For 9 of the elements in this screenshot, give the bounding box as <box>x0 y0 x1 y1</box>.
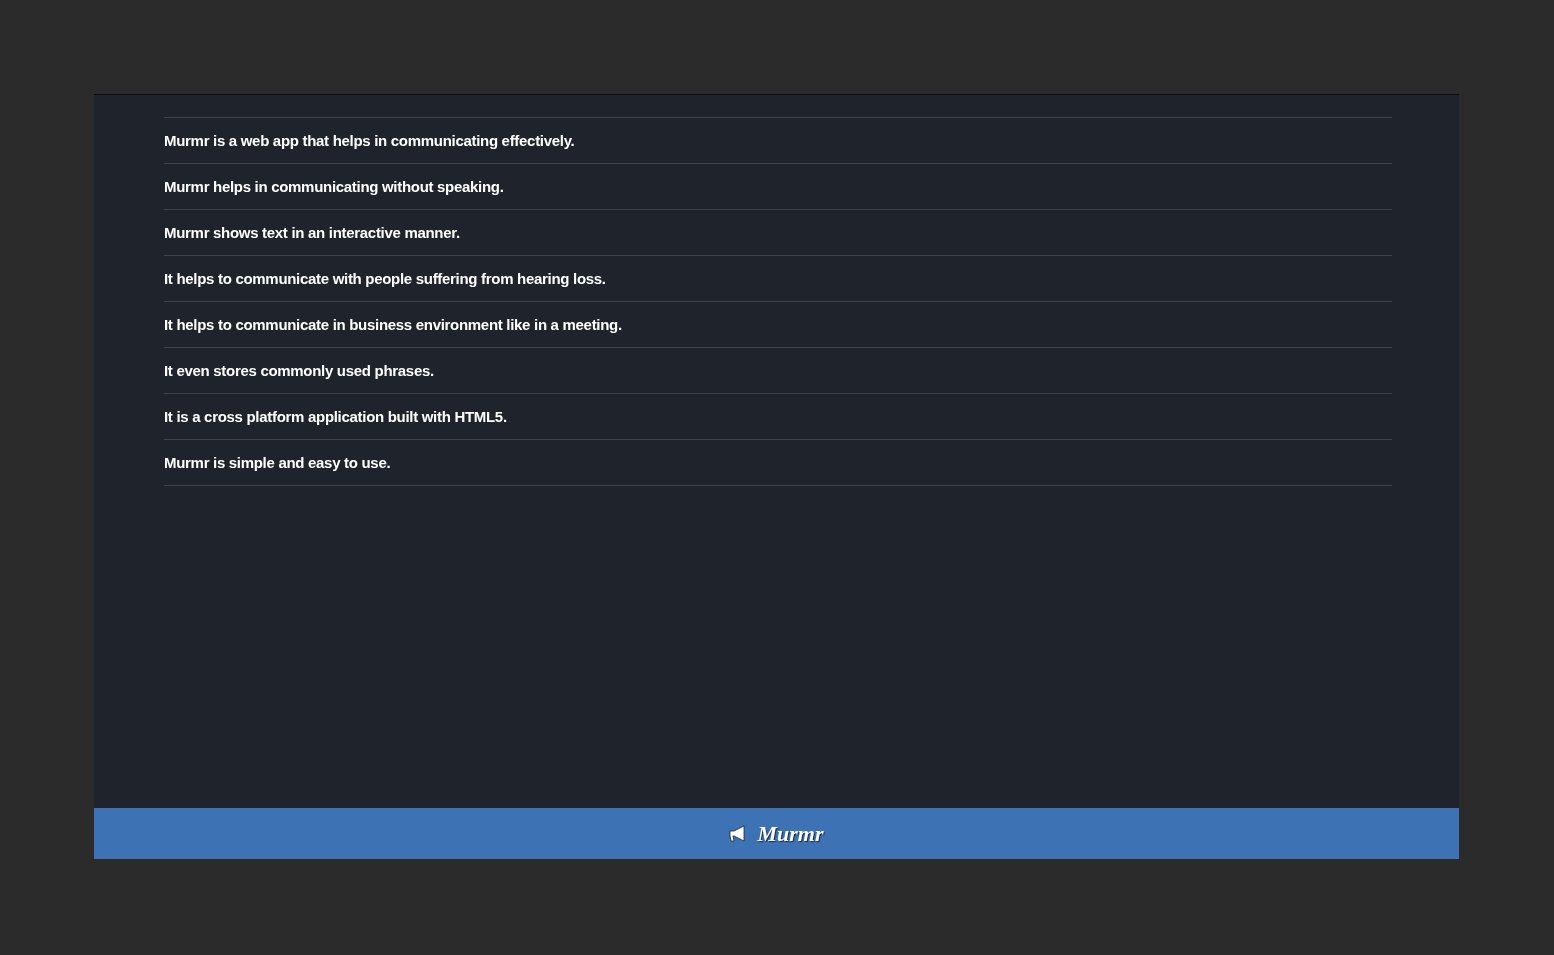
brand-name: Murmr <box>757 820 824 847</box>
feature-text: It even stores commonly used phrases. <box>164 362 434 379</box>
feature-text: Murmr is simple and easy to use. <box>164 454 391 471</box>
feature-text: Murmr shows text in an interactive manner. <box>164 224 460 241</box>
feature-text: Murmr helps in communicating without speaking. <box>164 178 504 195</box>
feature-text: It is a cross platform application built with HTML5. <box>164 408 507 425</box>
feature-text: It helps to communicate in business environment like in a meeting. <box>164 316 622 333</box>
feature-text: It helps to communicate with people suffering from hearing loss. <box>164 270 606 287</box>
feature-text: Murmr is a web app that helps in communicating effectively. <box>164 132 575 149</box>
